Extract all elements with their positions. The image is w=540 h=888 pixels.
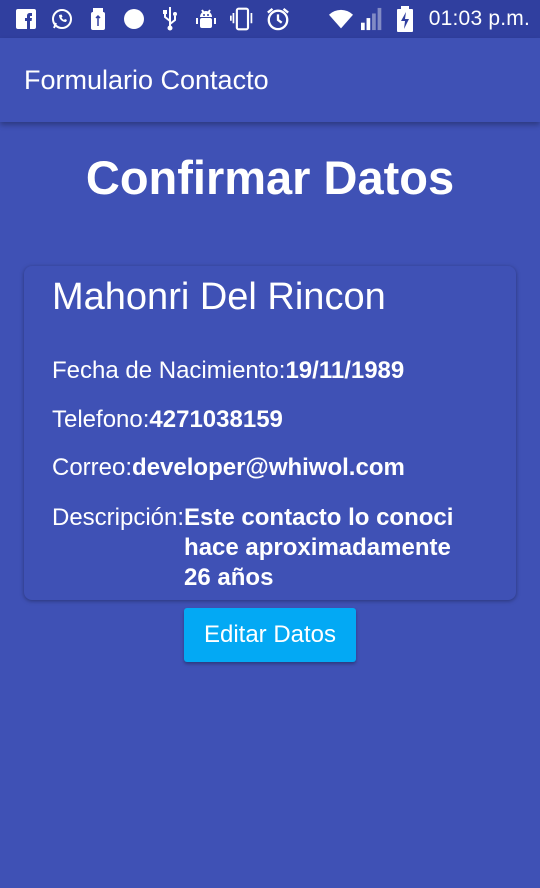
edit-data-button[interactable]: Editar Datos: [184, 608, 356, 662]
app-bar-title: Formulario Contacto: [24, 64, 269, 95]
birthdate-row: Fecha de Nacimiento: 19/11/1989: [52, 356, 404, 386]
usb-icon: [158, 7, 182, 31]
description-value: Este contacto lo conoci hace aproximadam…: [184, 504, 454, 591]
signal-icon: [360, 7, 385, 31]
email-label: Correo:: [52, 454, 133, 481]
contact-card: Mahonri Del Rincon Fecha de Nacimiento: 1…: [24, 266, 516, 600]
description-label: Descripción:: [52, 504, 185, 531]
circle-icon: [122, 7, 146, 31]
status-bar-system: 01:03 p.m.: [328, 6, 530, 32]
alarm-icon: [266, 7, 290, 31]
phone-label: Telefono:: [52, 406, 150, 433]
phone-row: Telefono: 4271038159: [52, 405, 283, 435]
phone-vibrate-icon: [230, 7, 254, 31]
status-bar: 01:03 p.m.: [0, 0, 540, 38]
phone-value: 4271038159: [149, 406, 283, 433]
screen: 01:03 p.m. Formulario Contacto Confirmar…: [0, 0, 540, 888]
facebook-icon: [14, 7, 38, 31]
usb-storage-icon: [86, 7, 110, 31]
birthdate-label: Fecha de Nacimiento:: [52, 357, 286, 384]
android-debug-icon: [194, 7, 218, 31]
page-title: Confirmar Datos: [85, 151, 455, 204]
status-bar-time: 01:03 p.m.: [428, 7, 530, 30]
email-value: developer@whiwol.com: [132, 454, 405, 481]
description-row: Descripción: Este contacto lo conoci hace…: [52, 503, 474, 593]
status-bar-notifications: [14, 7, 329, 31]
contact-name: Mahonri Del Rincon: [52, 276, 386, 318]
whatsapp-icon: [50, 7, 74, 31]
email-row: Correo: developer@whiwol.com: [52, 453, 405, 483]
battery-charging-icon: [393, 6, 417, 32]
wifi-icon: [328, 7, 353, 31]
birthdate-value: 19/11/1989: [285, 357, 405, 384]
app-bar: Formulario Contacto: [0, 38, 540, 122]
